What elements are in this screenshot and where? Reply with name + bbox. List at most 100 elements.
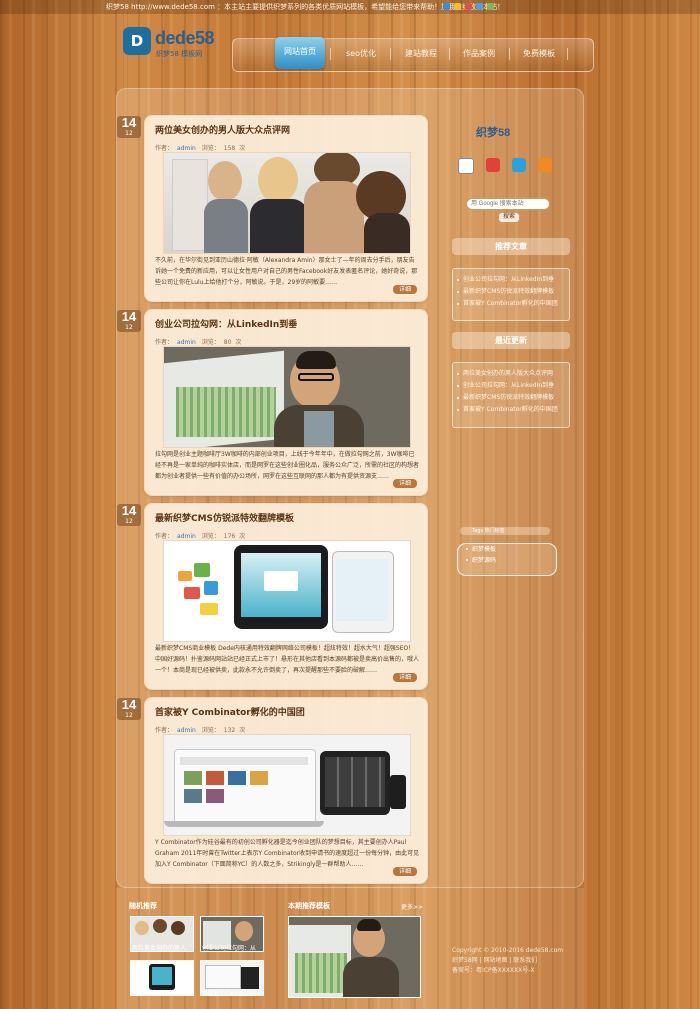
post-views: 80 [223,339,232,346]
logo-name: dede58 [155,28,215,48]
recommended-item[interactable]: 首家被Y Combinator孵化的中国团 [453,298,569,310]
post-author[interactable]: admin [177,727,196,734]
recommended-heading: 推荐文章 [452,238,570,255]
post-views: 158 [223,145,236,152]
read-more-button[interactable]: 详细 [393,285,417,294]
post-month: 12 [125,712,133,719]
post-title[interactable]: 最新织梦CMS仿锐派特效翻牌模板 [155,511,294,524]
search-input[interactable] [466,198,550,210]
views-unit: 次 [239,533,246,540]
recommended-list: 创业公司拉勾网：从LinkedIn到垂 最新织梦CMS仿锐派特效翻牌模板 首家被… [452,268,570,321]
post-month: 12 [125,518,133,525]
main-nav: 网站首页 seo优化 建站教程 作品案例 免费模板 [232,37,594,72]
post-date-badge: 14 12 [117,310,141,332]
post-image[interactable] [163,152,411,254]
post-author[interactable]: admin [177,533,196,540]
weibo-icon[interactable] [486,158,500,172]
post-excerpt: 拉勾网是创业主题咖啡厅3W咖啡的内部创业项目，上线于今年年中，在做拉勾网之前，3… [155,451,420,480]
latest-item[interactable]: 创业公司拉勾网：从LinkedIn到垂 [453,380,569,392]
views-label: 浏览： [201,145,220,152]
top-bar: 织梦58 http://www.dede58.com ：本主站主要提供织梦系列的… [0,0,700,14]
post-excerpt: 最新织梦CMS商业模板 Dede内核通用特效翻牌网络公司模板！超炫特效！超水大气… [155,645,420,674]
latest-list: 两位美女创办的男人版大众点评网 创业公司拉勾网：从LinkedIn到垂 最新织梦… [452,362,570,428]
weibo-icon[interactable] [465,3,472,10]
nav-divider [390,48,391,60]
post-title[interactable]: 创业公司拉勾网：从LinkedIn到垂 [155,317,297,330]
add-icon[interactable] [443,3,450,10]
views-unit: 次 [235,339,242,346]
author-label: 作者： [155,339,174,346]
latest-item[interactable]: 两位美女创办的男人版大众点评网 [453,368,569,380]
post-excerpt: Y Combinator作为硅谷最有的初创公司孵化器是迄今创业团队的梦想目标，其… [155,839,420,868]
home-icon[interactable] [458,158,474,174]
featured-heading: 本期推荐模板 [288,902,330,910]
latest-heading: 最近更新 [452,332,570,349]
nav-divider [567,48,568,60]
post-views: 176 [223,533,236,540]
read-more-button[interactable]: 详细 [393,867,417,876]
post-meta: 作者： admin 浏览： 158 次 [155,143,249,152]
qq-icon[interactable] [476,3,483,10]
post-card: 14 12 首家被Y Combinator孵化的中国团 作者： admin 浏览：… [117,698,427,883]
post-day: 14 [121,697,137,712]
post-day: 14 [121,309,137,324]
read-more-button[interactable]: 详细 [393,479,417,488]
post-month: 12 [125,130,133,137]
post-day: 14 [121,503,137,518]
read-more-button[interactable]: 详细 [393,673,417,682]
share-icon[interactable] [487,3,494,10]
star-icon[interactable] [454,3,461,10]
post-date-badge: 14 12 [117,698,141,720]
post-date-badge: 14 12 [117,504,141,526]
views-unit: 次 [239,727,246,734]
post-views: 132 [223,727,236,734]
post-excerpt: 不久前，在华尔街见到亚历山德拉·阿敏（Alexandra Amin）那女士了—年… [155,257,418,286]
tag-item[interactable]: 织梦模板 [458,544,556,555]
post-card: 14 12 创业公司拉勾网：从LinkedIn到垂 作者： admin 浏览： 80… [117,310,427,495]
recommended-item[interactable]: 最新织梦CMS仿锐派特效翻牌模板 [453,286,569,298]
copyright-line: 织梦58网 | 网站地图 | 联系我们 [452,957,538,964]
post-title[interactable]: 首家被Y Combinator孵化的中国团 [155,705,305,718]
post-image[interactable] [163,540,411,642]
author-label: 作者： [155,533,174,540]
nav-item-cases[interactable]: 作品案例 [455,39,503,71]
post-day: 14 [121,115,137,130]
recommended-item[interactable]: 创业公司拉勾网：从LinkedIn到垂 [453,274,569,286]
nav-item-templates[interactable]: 免费模板 [515,39,563,71]
sidebar-icon-row [458,158,552,174]
site-logo[interactable]: D dede58 织梦58 模板网 [123,27,235,61]
random-thumb-caption[interactable]: 两位美女创办的男人 [132,943,194,952]
random-heading: 随机推荐 [129,902,157,910]
latest-item[interactable]: 最新织梦CMS仿锐派特效翻牌模板 [453,392,569,404]
post-author[interactable]: admin [177,145,196,152]
copyright: Copyright © 2010-2016 dede58.com 织梦58网 |… [452,946,563,976]
random-thumb-caption[interactable]: 创业公司拉勾网：从 [202,943,264,952]
post-date-badge: 14 12 [117,116,141,138]
nav-item-home[interactable]: 网站首页 [275,37,325,69]
views-label: 浏览： [201,533,220,540]
copyright-line: Copyright © 2010-2016 dede58.com [452,947,564,954]
random-thumb-caption[interactable]: 最新织梦CMS仿锐派 [132,988,194,997]
rss-icon[interactable] [538,158,552,172]
random-thumb-caption[interactable]: 首家被Y Combinator [202,988,264,997]
nav-item-seo[interactable]: seo优化 [337,39,385,71]
tencent-weibo-icon[interactable] [512,158,526,172]
tags-heading: Tags 热门标签 [460,527,550,535]
nav-item-tutorials[interactable]: 建站教程 [397,39,445,71]
copyright-line: 备案号：粤ICP备XXXXXX号-X [452,967,535,974]
post-image[interactable] [163,734,411,836]
author-label: 作者： [155,145,174,152]
post-title[interactable]: 两位美女创办的男人版大众点评网 [155,123,290,136]
tag-item[interactable]: 织梦源码 [458,555,556,566]
logo-mark: D [123,27,151,55]
post-meta: 作者： admin 浏览： 80 次 [155,337,245,346]
featured-template-image[interactable] [288,916,421,998]
featured-more-link[interactable]: 更多>> [401,902,423,911]
latest-item[interactable]: 首家被Y Combinator孵化的中国团 [453,404,569,416]
nav-divider [509,48,510,60]
post-image[interactable] [163,346,411,448]
post-card: 14 12 两位美女创办的男人版大众点评网 作者： admin 浏览： 158 次 不… [117,116,427,301]
post-meta: 作者： admin 浏览： 176 次 [155,531,249,540]
post-author[interactable]: admin [177,339,196,346]
search-button[interactable]: 搜索 [498,212,520,223]
